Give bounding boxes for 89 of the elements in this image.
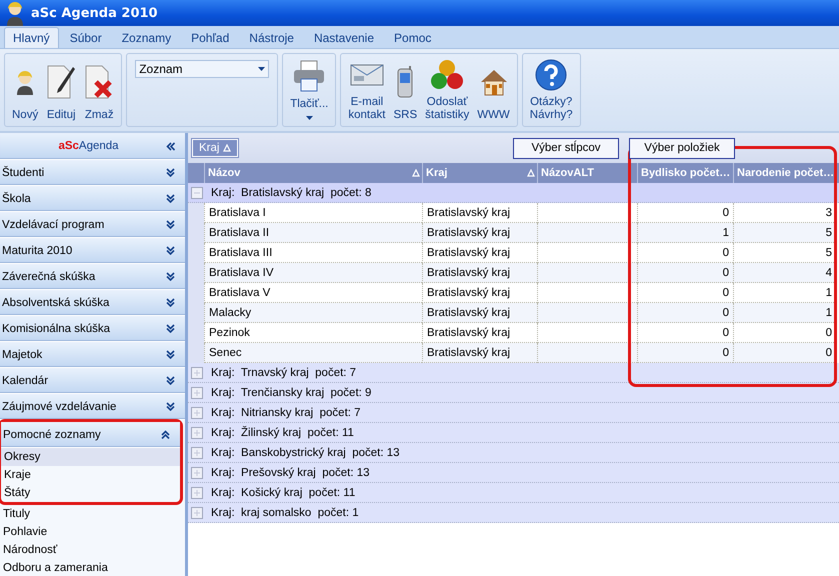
toolbar-button[interactable]: Nový — [9, 54, 42, 126]
sidebar-item[interactable]: Štáty — [1, 484, 180, 502]
balls-icon — [430, 59, 464, 91]
sidebar-section[interactable]: Škola — [0, 186, 185, 212]
table-cell: 0 — [637, 343, 733, 363]
sidebar-item[interactable]: Tituly — [0, 505, 185, 523]
window-title: aSc Agenda 2010 — [31, 6, 158, 20]
ribbon-tab[interactable]: Hlavný — [4, 27, 59, 48]
group-row[interactable]: Kraj: Košický kraj počet: 11 — [188, 483, 839, 503]
table-cell: Senec — [204, 343, 422, 363]
table-cell: 1 — [733, 303, 836, 323]
table-cell: Malacky — [204, 303, 422, 323]
dropdown-arrow-icon[interactable] — [258, 67, 266, 71]
sidebar-section[interactable]: Absolventská skúška — [0, 290, 185, 316]
view-dropdown[interactable]: Zoznam — [135, 60, 270, 78]
pen-document-icon — [46, 64, 76, 100]
table-cell: Bratislavský kraj — [422, 343, 537, 363]
expand-icon[interactable] — [166, 194, 175, 203]
expand-icon[interactable] — [166, 246, 175, 255]
envelope-icon — [350, 62, 384, 88]
collapse-icon[interactable] — [166, 142, 175, 150]
sidebar-item[interactable]: Okresy — [1, 448, 180, 466]
toolbar-button[interactable]: Tlačiť... — [287, 54, 332, 126]
sidebar-section[interactable]: Komisionálna skúška — [0, 316, 185, 342]
ribbon-tab[interactable]: Nastavenie — [304, 27, 384, 48]
group-row[interactable]: Kraj: Bratislavský kraj počet: 8 — [188, 183, 839, 203]
dropdown-arrow-icon[interactable] — [306, 113, 313, 122]
expand-icon[interactable] — [166, 298, 175, 307]
sidebar-section[interactable]: Maturita 2010 — [0, 238, 185, 264]
group-row[interactable]: Kraj: Žilinský kraj počet: 11 — [188, 423, 839, 443]
sidebar-section[interactable]: Študenti — [0, 160, 185, 186]
group-row[interactable]: Kraj: kraj somalsko počet: 1 — [188, 503, 839, 523]
sort-icon — [527, 169, 535, 177]
delete-document-icon — [84, 64, 114, 100]
table-cell: 0 — [637, 263, 733, 283]
table-cell: 0 — [733, 343, 836, 363]
expand-icon[interactable] — [166, 402, 175, 411]
group-row[interactable]: Kraj: Trenčiansky kraj počet: 9 — [188, 383, 839, 403]
expand-icon[interactable] — [166, 350, 175, 359]
ribbon-tab[interactable]: Pomoc — [385, 27, 440, 48]
toolbar-button[interactable]: WWW — [474, 54, 513, 126]
table-cell: 0 — [637, 303, 733, 323]
toolbar-button[interactable]: Zmaž — [81, 54, 118, 126]
app-logo: aScAgenda — [58, 140, 119, 152]
sidebar-section[interactable]: Záujmové vzdelávanie — [0, 394, 185, 420]
person-icon — [4, 0, 26, 26]
group-row[interactable]: Kraj: Trnavský kraj počet: 7 — [188, 363, 839, 383]
table-cell: 5 — [733, 223, 836, 243]
group-row[interactable]: Kraj: Prešovský kraj počet: 13 — [188, 463, 839, 483]
mobile-phone-icon — [396, 66, 414, 98]
sidebar-item[interactable]: Pohlavie — [0, 523, 185, 541]
toolbar-button[interactable]: Otázky? Návrhy? — [526, 54, 576, 126]
printer-icon — [292, 59, 326, 93]
sidebar-section[interactable]: Majetok — [0, 342, 185, 368]
collapse-icon[interactable] — [161, 430, 170, 439]
ribbon-tab[interactable]: Nástroje — [240, 27, 303, 48]
ribbon-tab[interactable]: Pohľad — [182, 27, 238, 48]
table-cell: Bratislava II — [204, 223, 422, 243]
ribbon-tab[interactable]: Súbor — [60, 27, 111, 48]
ribbon-tab[interactable]: Zoznamy — [112, 27, 180, 48]
toolbar-button[interactable]: Edituj — [43, 54, 80, 126]
table-cell: 4 — [733, 263, 836, 283]
table-cell: 1 — [637, 223, 733, 243]
expand-icon[interactable] — [166, 324, 175, 333]
table-cell: Bratislavský kraj — [422, 303, 537, 323]
sidebar-item[interactable]: Kraje — [1, 466, 180, 484]
grid-button[interactable]: Výber stĺpcov — [513, 138, 619, 158]
sidebar-section[interactable]: Záverečná skúška — [0, 264, 185, 290]
toolbar-button[interactable]: SRS — [390, 54, 420, 126]
expand-icon[interactable] — [166, 272, 175, 281]
help-icon — [535, 59, 568, 91]
table-cell: Bratislava IV — [204, 263, 422, 283]
sort-icon — [223, 144, 232, 152]
table-cell: Bratislavský kraj — [422, 223, 537, 243]
group-row[interactable]: Kraj: Nitriansky kraj počet: 7 — [188, 403, 839, 423]
group-row[interactable]: Kraj: Banskobystrický kraj počet: 13 — [188, 443, 839, 463]
grid-button[interactable]: Výber položiek — [629, 138, 735, 158]
expand-icon[interactable] — [166, 168, 175, 177]
toolbar-button[interactable]: E-mail kontakt — [345, 54, 388, 126]
sidebar-section[interactable]: Pomocné zoznamy — [1, 422, 180, 448]
expand-icon[interactable] — [166, 376, 175, 385]
sidebar-item[interactable]: Národnosť — [0, 541, 185, 559]
table-cell: Bratislavský kraj — [422, 263, 537, 283]
sidebar-section[interactable]: Kalendár — [0, 368, 185, 394]
sort-icon — [412, 169, 420, 177]
sidebar-section[interactable]: Vzdelávací program — [0, 212, 185, 238]
expand-icon[interactable] — [166, 220, 175, 229]
toolbar-button[interactable]: Odoslať štatistiky — [422, 54, 472, 126]
sidebar-item[interactable]: Odboru a zamerania — [0, 559, 185, 576]
